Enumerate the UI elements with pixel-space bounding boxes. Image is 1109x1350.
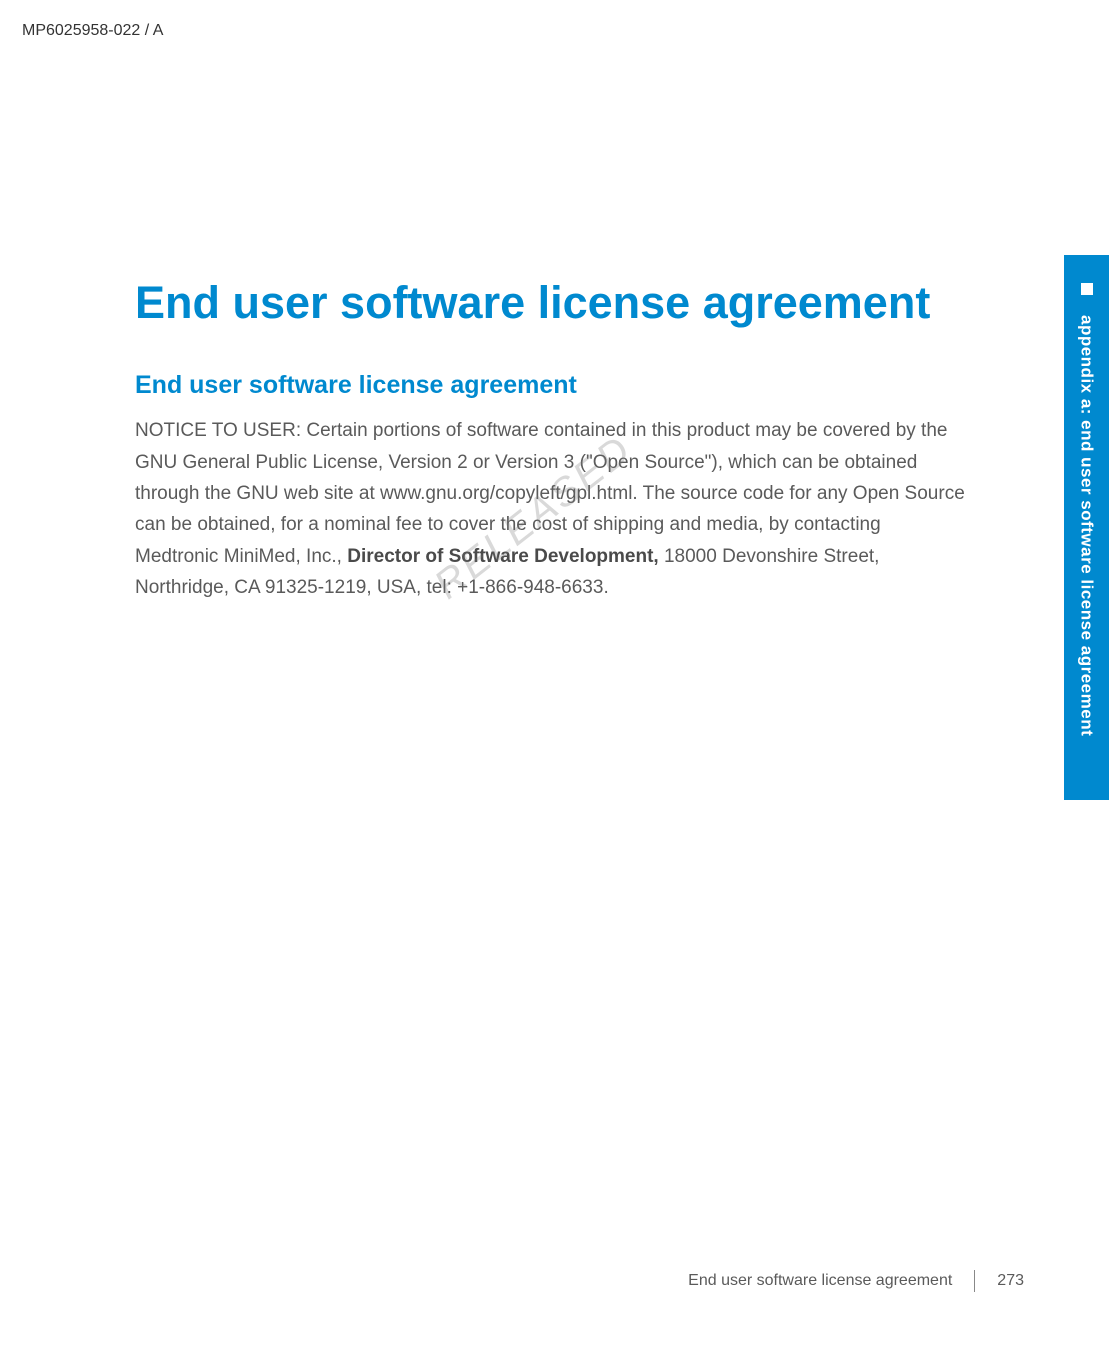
section-heading: End user software license agreement	[135, 371, 965, 400]
footer-divider	[974, 1270, 975, 1292]
footer-title: End user software license agreement	[688, 1272, 974, 1290]
side-tab: appendix a: end user software license ag…	[1064, 255, 1109, 800]
document-code: MP6025958-022 / A	[22, 22, 163, 40]
page-footer: End user software license agreement 273	[688, 1270, 1024, 1292]
side-tab-label: appendix a: end user software license ag…	[1077, 315, 1097, 736]
body-paragraph: NOTICE TO USER: Certain portions of soft…	[135, 415, 965, 603]
page-title: End user software license agreement	[135, 275, 965, 331]
footer-page-number: 273	[997, 1272, 1024, 1290]
paragraph-bold: Director of Software Development,	[347, 546, 658, 567]
main-content: End user software license agreement End …	[135, 275, 965, 603]
tab-marker-icon	[1081, 283, 1093, 295]
